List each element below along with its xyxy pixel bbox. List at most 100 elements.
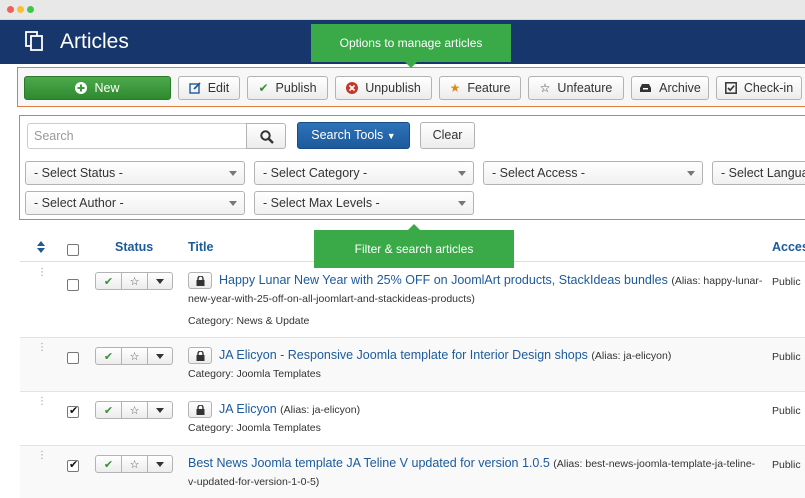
row-title-block: JA Elicyon (Alias: ja-elicyon) (188, 401, 763, 419)
drag-handle-icon[interactable]: ⋮ (37, 268, 47, 278)
chevron-down-icon: ▼ (386, 131, 396, 141)
featured-star-icon[interactable]: ☆ (122, 273, 148, 289)
published-check-icon[interactable]: ✔ (96, 348, 122, 364)
caret-down-icon (229, 201, 237, 206)
select-author[interactable]: - Select Author - (25, 191, 245, 215)
archive-icon (640, 84, 652, 92)
close-window-button[interactable] (7, 6, 14, 13)
caret-down-icon (156, 278, 164, 284)
unfeature-button[interactable]: ☆ Unfeature (528, 76, 624, 100)
actions-dropdown-button[interactable] (148, 456, 172, 472)
drag-handle-icon[interactable]: ⋮ (37, 451, 47, 461)
select-all-checkbox[interactable] (67, 244, 79, 256)
published-check-icon[interactable]: ✔ (96, 456, 122, 472)
article-access: Public (772, 459, 801, 471)
unpublish-button[interactable]: Unpublish (335, 76, 432, 100)
select-status[interactable]: - Select Status - (25, 161, 245, 185)
edit-icon (189, 82, 201, 94)
article-title-link[interactable]: Happy Lunar New Year with 25% OFF on Joo… (219, 273, 668, 287)
plus-circle-icon (75, 82, 88, 94)
caret-down-icon (687, 171, 695, 176)
star-filled-icon: ★ (449, 81, 461, 95)
featured-star-icon[interactable]: ☆ (122, 348, 148, 364)
star-outline-icon: ☆ (539, 81, 551, 95)
select-max-levels-value: - Select Max Levels - (263, 196, 380, 210)
caret-down-icon (229, 171, 237, 176)
sort-icon[interactable] (37, 241, 45, 253)
article-title-link[interactable]: Best News Joomla template JA Teline V up… (188, 456, 550, 470)
new-button-label: New (94, 81, 120, 95)
clear-button[interactable]: Clear (420, 122, 475, 149)
toolbar: New Edit ✔ Publish Unpublish ★ Feature ☆… (17, 67, 805, 107)
filter-panel: Search Search Tools ▼ Clear - Select Sta… (19, 115, 805, 220)
select-access-value: - Select Access - (492, 166, 586, 180)
column-access[interactable]: Access (772, 240, 805, 254)
actions-dropdown-button[interactable] (148, 348, 172, 364)
filters-callout: Filter & search articles (314, 224, 514, 268)
status-button-group: ✔ ☆ (95, 272, 173, 290)
edit-button-label: Edit (207, 81, 230, 95)
article-category: Category: News & Update (188, 315, 310, 327)
actions-dropdown-button[interactable] (148, 273, 172, 289)
edit-button[interactable]: Edit (178, 76, 240, 100)
new-button[interactable]: New (24, 76, 171, 100)
status-button-group: ✔ ☆ (95, 347, 173, 365)
published-check-icon[interactable]: ✔ (96, 273, 122, 289)
search-icon (260, 130, 274, 144)
checkbox-icon (724, 82, 737, 94)
select-status-value: - Select Status - (34, 166, 123, 180)
archive-button[interactable]: Archive (631, 76, 709, 100)
page-title: Articles (60, 30, 129, 53)
row-title-block: Best News Joomla template JA Teline V up… (188, 455, 763, 491)
toolbar-callout: Options to manage articles (311, 24, 511, 68)
article-title-link[interactable]: JA Elicyon - Responsive Joomla template … (219, 348, 588, 362)
featured-star-icon[interactable]: ☆ (122, 402, 148, 418)
article-access: Public (772, 351, 801, 363)
row-title-block: Happy Lunar New Year with 25% OFF on Joo… (188, 272, 763, 308)
search-tools-button[interactable]: Search Tools ▼ (297, 122, 410, 149)
publish-button[interactable]: ✔ Publish (247, 76, 328, 100)
publish-button-label: Publish (275, 81, 317, 95)
feature-button[interactable]: ★ Feature (439, 76, 521, 100)
cancel-circle-icon (346, 82, 359, 94)
row-checkbox[interactable] (67, 458, 79, 472)
column-title[interactable]: Title (188, 240, 213, 254)
article-access: Public (772, 276, 801, 288)
article-category: Category: Joomla Templates (188, 368, 321, 380)
unpublish-button-label: Unpublish (365, 81, 421, 95)
article-category: Category: Joomla Templates (188, 422, 321, 434)
actions-dropdown-button[interactable] (148, 402, 172, 418)
window-titlebar (0, 0, 805, 20)
select-language-value: - Select Language - (721, 166, 805, 180)
article-title-link[interactable]: JA Elicyon (219, 402, 277, 416)
archive-button-label: Archive (659, 81, 701, 95)
search-input[interactable]: Search (27, 123, 247, 149)
checkin-button[interactable]: Check-in (716, 76, 802, 100)
select-category[interactable]: - Select Category - (254, 161, 474, 185)
column-status[interactable]: Status (115, 240, 153, 254)
row-title-block: JA Elicyon - Responsive Joomla template … (188, 347, 763, 365)
article-access: Public (772, 405, 801, 417)
search-button[interactable] (246, 123, 286, 149)
search-tools-label: Search Tools (311, 128, 384, 142)
drag-handle-icon[interactable]: ⋮ (37, 343, 47, 353)
featured-star-icon[interactable]: ☆ (122, 456, 148, 472)
article-alias: (Alias: ja-elicyon) (591, 350, 672, 362)
copy-icon (25, 31, 43, 51)
check-icon: ✔ (258, 81, 269, 95)
row-checkbox[interactable] (67, 279, 79, 291)
caret-down-icon (156, 407, 164, 413)
status-button-group: ✔ ☆ (95, 401, 173, 419)
published-check-icon[interactable]: ✔ (96, 402, 122, 418)
row-checkbox[interactable] (67, 404, 79, 418)
select-max-levels[interactable]: - Select Max Levels - (254, 191, 474, 215)
table-row: ⋮ ✔ ☆ Best News Joomla template JA Telin… (20, 446, 805, 498)
select-access[interactable]: - Select Access - (483, 161, 703, 185)
row-checkbox[interactable] (67, 352, 79, 364)
drag-handle-icon[interactable]: ⋮ (37, 397, 47, 407)
maximize-window-button[interactable] (27, 6, 34, 13)
minimize-window-button[interactable] (17, 6, 24, 13)
checkin-button-label: Check-in (743, 81, 794, 95)
caret-down-icon (156, 461, 164, 467)
select-language[interactable]: - Select Language - (712, 161, 805, 185)
